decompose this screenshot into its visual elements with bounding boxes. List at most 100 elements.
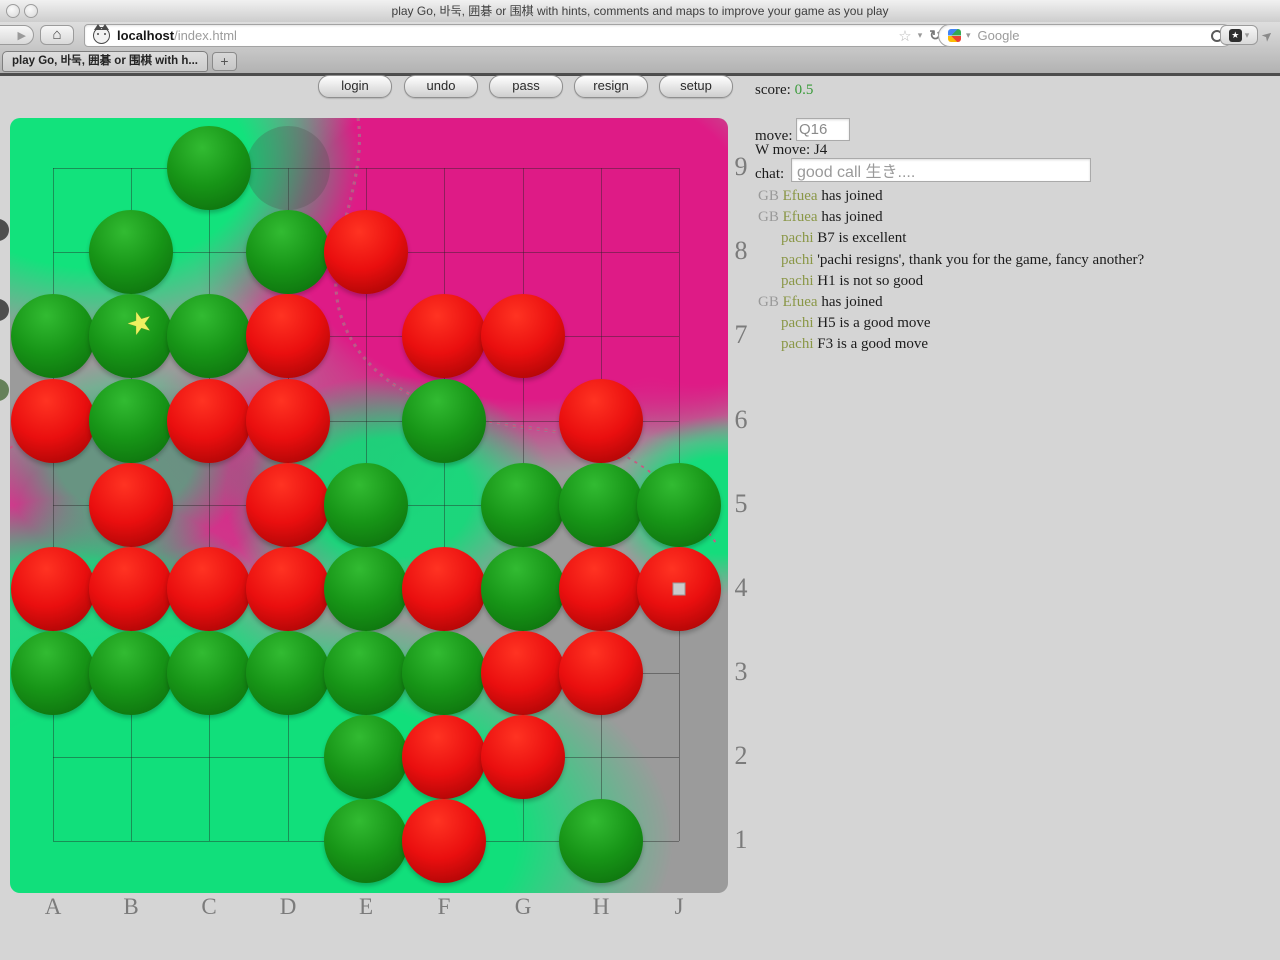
stone-green-F6 (402, 379, 486, 463)
back-forward-buttons[interactable]: ▶ (0, 25, 34, 45)
stone-red-F1 (402, 799, 486, 883)
search-placeholder: Google (978, 28, 1020, 43)
row-label-6: 6 (726, 405, 756, 435)
chat-log-entry: GB Efuea has joined (758, 186, 1268, 207)
stone-red-H4 (559, 547, 643, 631)
undo-button[interactable]: undo (404, 75, 478, 98)
page-content: login undo pass resign setup ★ ABCDEFGHJ… (0, 76, 1280, 960)
resign-button[interactable]: resign (574, 75, 648, 98)
row-label-7: 7 (726, 320, 756, 350)
stone-red-D6 (246, 379, 330, 463)
stone-green-H5 (559, 463, 643, 547)
bookmarks-star-icon: ★ (1229, 29, 1242, 42)
bookmarks-menu-button[interactable]: ★ ▾ (1220, 25, 1258, 45)
home-button[interactable]: ⌂ (40, 25, 74, 45)
col-label-G: G (503, 894, 543, 920)
stone-red-D4 (246, 547, 330, 631)
site-favicon-cat-icon (93, 27, 110, 44)
col-label-F: F (424, 894, 464, 920)
tab-play-go[interactable]: play Go, 바둑, 囲碁 or 围棋 with h... (2, 51, 208, 72)
feedback-quill-icon[interactable]: ➤ (1258, 26, 1277, 45)
stone-red-H6 (559, 379, 643, 463)
url-path: /index.html (174, 28, 237, 43)
chat-message: 'pachi resigns', thank you for the game,… (817, 252, 1144, 268)
chat-username: Efuea (783, 294, 822, 310)
move-input[interactable] (796, 118, 850, 141)
new-tab-button[interactable]: + (212, 52, 237, 71)
forward-icon[interactable]: ▶ (18, 29, 26, 42)
window-minimize-button[interactable] (24, 4, 38, 18)
col-label-J: J (659, 894, 699, 920)
chat-username: pachi (781, 252, 817, 268)
white-move-label: W move: (755, 142, 810, 158)
stone-red-A6 (11, 379, 95, 463)
chat-message: has joined (821, 209, 882, 225)
google-logo-icon (948, 29, 961, 42)
stone-green-C7 (167, 294, 251, 378)
stone-red-D7 (246, 294, 330, 378)
stone-green-F3 (402, 631, 486, 715)
chat-log-entry: GB Efuea has joined (758, 292, 1268, 313)
stone-red-F4 (402, 547, 486, 631)
stone-green-A3 (11, 631, 95, 715)
last-move-marker (673, 583, 686, 596)
bookmark-star-icon[interactable]: ☆ (898, 27, 911, 45)
stone-green-B8 (89, 210, 173, 294)
score-value: 0.5 (795, 82, 814, 98)
stone-green-E3 (324, 631, 408, 715)
window-close-button[interactable] (6, 4, 20, 18)
chat-input[interactable] (791, 158, 1091, 182)
chat-message: H5 is a good move (817, 315, 930, 331)
pass-button[interactable]: pass (489, 75, 563, 98)
row-label-9: 9 (726, 152, 756, 182)
col-label-E: E (346, 894, 386, 920)
chat-log: GB Efuea has joinedGB Efuea has joinedpa… (758, 186, 1268, 356)
window-title: play Go, 바둑, 囲碁 or 围棋 with hints, commen… (120, 0, 1160, 22)
stone-red-G7 (481, 294, 565, 378)
row-label-4: 4 (726, 573, 756, 603)
search-engine-dropdown-icon[interactable]: ▾ (966, 30, 971, 41)
chat-message: has joined (821, 294, 882, 310)
navigation-toolbar: ▶ ⌂ localhost /index.html ☆ ▾ ↻ ▾ Google… (0, 22, 1280, 51)
chat-badge: GB (758, 209, 783, 225)
edge-stone-artifact (0, 299, 9, 321)
chat-message: F3 is a good move (817, 336, 928, 352)
white-move-line: W move: J4 (755, 142, 827, 159)
stone-red-H3 (559, 631, 643, 715)
col-label-H: H (581, 894, 621, 920)
col-label-A: A (33, 894, 73, 920)
col-label-B: B (111, 894, 151, 920)
stone-green-E4 (324, 547, 408, 631)
stone-green-B3 (89, 631, 173, 715)
url-bar[interactable]: localhost /index.html ☆ ▾ ↻ (84, 24, 950, 47)
stone-red-C6 (167, 379, 251, 463)
stone-red-A4 (11, 547, 95, 631)
chat-username: pachi (781, 315, 817, 331)
chat-log-entry: GB Efuea has joined (758, 207, 1268, 228)
ghost-stone (246, 126, 330, 210)
stone-red-B5 (89, 463, 173, 547)
stone-red-D5 (246, 463, 330, 547)
stone-red-C4 (167, 547, 251, 631)
row-label-3: 3 (726, 657, 756, 687)
go-board[interactable]: ★ (10, 118, 728, 893)
bookmarks-dropdown-icon: ▾ (1245, 30, 1250, 41)
chat-log-entry: pachi H1 is not so good (758, 271, 1268, 292)
stone-red-G2 (481, 715, 565, 799)
setup-button[interactable]: setup (659, 75, 733, 98)
chat-username: pachi (781, 230, 817, 246)
search-bar[interactable]: ▾ Google (938, 24, 1234, 47)
row-label-2: 2 (726, 741, 756, 771)
stone-red-G3 (481, 631, 565, 715)
row-label-5: 5 (726, 489, 756, 519)
stone-green-C3 (167, 631, 251, 715)
stone-green-D8 (246, 210, 330, 294)
chat-log-entry: pachi H5 is a good move (758, 313, 1268, 334)
col-label-C: C (189, 894, 229, 920)
chat-badge: GB (758, 188, 783, 204)
login-button[interactable]: login (318, 75, 392, 98)
url-dropdown-icon[interactable]: ▾ (918, 30, 923, 41)
grid-line (53, 168, 679, 169)
stone-green-D3 (246, 631, 330, 715)
stone-green-H1 (559, 799, 643, 883)
